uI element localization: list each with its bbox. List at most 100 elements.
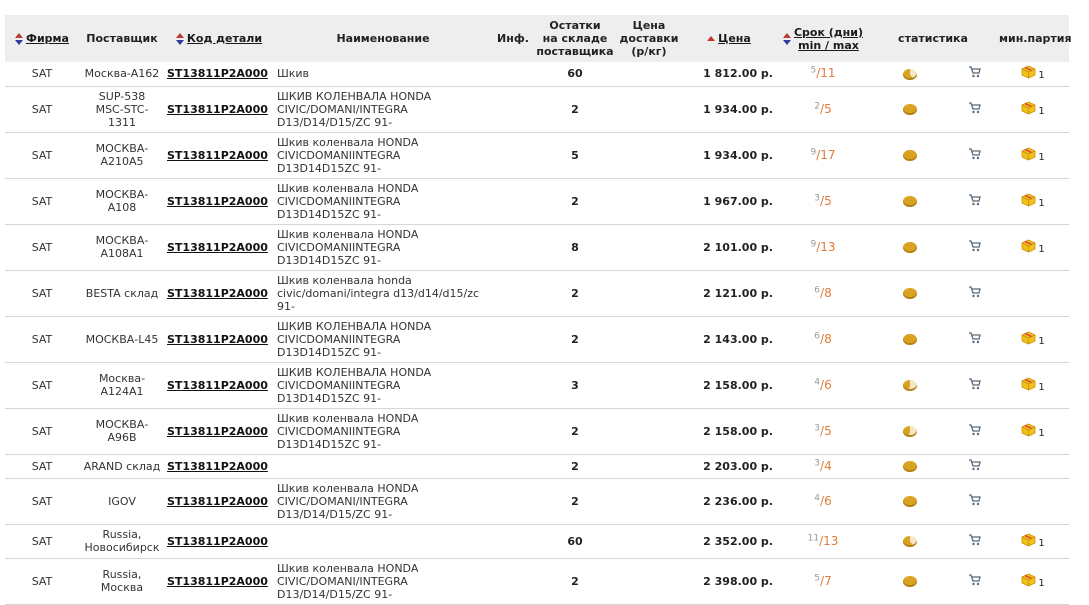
min-lot-group: 1	[1021, 147, 1045, 163]
cell-firm: SAT	[5, 270, 79, 316]
cell-supplier: МОСКВА- А96В	[79, 408, 165, 454]
part-code-link[interactable]: ST13811P2A000	[167, 379, 268, 392]
stats-pie-icon[interactable]	[903, 576, 917, 587]
cart-icon[interactable]	[968, 101, 981, 117]
firm-text: SAT	[31, 424, 53, 438]
col-firm-label[interactable]: Фирма	[26, 32, 69, 45]
firm-text: SAT	[31, 534, 53, 548]
sort-arrows-icon[interactable]	[782, 32, 791, 45]
cell-supplier: Russia, Москва	[79, 558, 165, 604]
col-term-header[interactable]: Срок (дни) min / max	[777, 15, 869, 62]
sort-arrows-icon[interactable]	[175, 33, 184, 45]
stats-pie-icon[interactable]	[903, 426, 917, 437]
stats-pie-icon[interactable]	[903, 496, 917, 507]
package-box-icon	[1021, 423, 1036, 440]
cart-icon[interactable]	[968, 66, 981, 81]
cell-stock: 5	[533, 132, 617, 178]
stock-value: 2	[571, 574, 579, 588]
cart-icon[interactable]	[968, 533, 981, 549]
supplier-line-1: ARAND склад	[83, 459, 161, 473]
min-lot-group: 1	[1021, 65, 1045, 81]
stats-pie-icon[interactable]	[903, 242, 917, 253]
cell-name: ШКИВ КОЛЕНВАЛА HONDA CIVICDOMANIINTEGRA …	[273, 316, 493, 362]
part-code-link[interactable]: ST13811P2A000	[167, 535, 268, 548]
col-price-label[interactable]: Цена	[718, 32, 751, 45]
price-value: 1 967.00 р.	[703, 194, 773, 208]
col-term-label-1[interactable]: Срок (дни)	[794, 26, 863, 39]
part-code-link[interactable]: ST13811P2A000	[167, 67, 268, 80]
cart-icon[interactable]	[968, 193, 981, 209]
cell-stock: 2	[533, 86, 617, 132]
cell-stock: 2	[533, 454, 617, 478]
cart-icon[interactable]	[968, 147, 981, 163]
stats-pie-icon[interactable]	[903, 68, 917, 80]
cell-delivery	[617, 478, 681, 524]
cell-minlot: 1	[997, 178, 1069, 224]
cart-icon[interactable]	[968, 285, 981, 301]
sort-up-icon[interactable]	[707, 33, 716, 45]
stats-pie-icon[interactable]	[903, 461, 917, 472]
stats-pie-icon[interactable]	[903, 380, 917, 391]
cell-price: 1 934.00 р.	[681, 132, 777, 178]
part-code-link[interactable]: ST13811P2A000	[167, 425, 268, 438]
package-box-icon	[1021, 101, 1036, 118]
cart-icon[interactable]	[968, 377, 981, 393]
cell-supplier: МОСКВА- А108А1	[79, 224, 165, 270]
part-code-link[interactable]: ST13811P2A000	[167, 287, 268, 300]
cell-cart	[951, 454, 997, 478]
cell-term: 2/5	[777, 86, 869, 132]
cell-delivery	[617, 454, 681, 478]
part-code-link[interactable]: ST13811P2A000	[167, 103, 268, 116]
cart-icon[interactable]	[968, 458, 981, 474]
col-firm-header[interactable]: Фирма	[5, 15, 79, 62]
stats-pie-icon[interactable]	[903, 536, 917, 547]
stats-pie-icon[interactable]	[903, 196, 917, 207]
col-code-header[interactable]: Код детали	[165, 15, 273, 62]
results-table: Фирма Поставщик Код детали Наименование …	[5, 15, 1072, 605]
cell-supplier: Russia, Новосибирск	[79, 524, 165, 558]
cell-term: 5/7	[777, 558, 869, 604]
supplier-line-2: Москва	[100, 581, 144, 594]
price-value: 2 352.00 р.	[703, 534, 773, 548]
col-code-label[interactable]: Код детали	[187, 32, 262, 45]
cell-delivery	[617, 362, 681, 408]
col-price-header[interactable]: Цена	[681, 15, 777, 62]
price-value: 1 934.00 р.	[703, 148, 773, 162]
part-code-link[interactable]: ST13811P2A000	[167, 149, 268, 162]
cell-minlot	[997, 454, 1069, 478]
part-code-link[interactable]: ST13811P2A000	[167, 195, 268, 208]
cart-icon[interactable]	[968, 423, 981, 439]
part-code-link[interactable]: ST13811P2A000	[167, 575, 268, 588]
name-line-2: civic/domani/integra d13/d14/d15/zc	[277, 286, 480, 300]
stats-pie-icon[interactable]	[903, 334, 917, 345]
stock-value: 60	[567, 67, 583, 81]
cell-supplier: IGOV	[79, 478, 165, 524]
part-code-link[interactable]: ST13811P2A000	[167, 495, 268, 508]
stats-pie-icon[interactable]	[903, 288, 917, 299]
stats-pie-icon[interactable]	[903, 150, 917, 161]
min-lot-qty: 1	[1038, 335, 1045, 347]
cart-icon[interactable]	[968, 239, 981, 255]
name-line-3: D13D14D15ZC 91-	[277, 253, 382, 267]
supplier-line-1: МОСКВА-	[95, 234, 149, 247]
part-code-link[interactable]: ST13811P2A000	[167, 333, 268, 346]
cell-price: 1 934.00 р.	[681, 86, 777, 132]
cell-firm: SAT	[5, 362, 79, 408]
cell-cart	[951, 524, 997, 558]
cell-info	[493, 178, 533, 224]
col-info-header: Инф.	[497, 32, 529, 45]
col-term-label-2[interactable]: min / max	[798, 39, 859, 52]
cart-icon[interactable]	[968, 493, 981, 509]
sort-arrows-icon[interactable]	[15, 33, 24, 45]
name-line-1: Шкив коленвала honda	[277, 273, 412, 287]
cell-delivery	[617, 86, 681, 132]
cart-icon[interactable]	[968, 331, 981, 347]
cell-stats	[869, 132, 951, 178]
part-code-link[interactable]: ST13811P2A000	[167, 241, 268, 254]
cell-supplier: МОСКВА- А108	[79, 178, 165, 224]
cart-icon[interactable]	[968, 573, 981, 589]
name-line-1: Шкив коленвала HONDA	[277, 411, 419, 425]
stats-pie-icon[interactable]	[903, 104, 917, 115]
part-code-link[interactable]: ST13811P2A000	[167, 460, 268, 473]
cell-minlot: 1	[997, 86, 1069, 132]
